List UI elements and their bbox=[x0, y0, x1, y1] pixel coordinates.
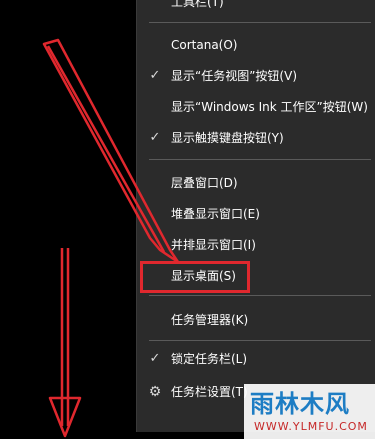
taskbar-context-menu: 工具栏(T) Cortana(O) ✓ 显示“任务视图”按钮(V) 显示“Win… bbox=[136, 0, 375, 432]
menu-item-label: 层叠窗口(D) bbox=[171, 176, 238, 190]
show-desktop-highlight-box bbox=[140, 261, 250, 293]
desktop-screen: 工具栏(T) Cortana(O) ✓ 显示“任务视图”按钮(V) 显示“Win… bbox=[0, 0, 375, 439]
menu-item-label: 并排显示窗口(I) bbox=[171, 238, 256, 252]
menu-item-lock-taskbar[interactable]: ✓ 锁定任务栏(L) bbox=[137, 345, 375, 373]
watermark-title: 雨林木风 bbox=[250, 390, 350, 418]
menu-separator bbox=[149, 340, 371, 341]
watermark-url: WWW.YLMFU.COM bbox=[254, 420, 368, 433]
gear-icon: ⚙ bbox=[148, 384, 162, 400]
menu-separator bbox=[149, 22, 371, 23]
menu-item-toolbars[interactable]: 工具栏(T) bbox=[137, 0, 375, 16]
checkmark-icon: ✓ bbox=[149, 68, 161, 83]
menu-item-label: 堆叠显示窗口(E) bbox=[171, 207, 260, 221]
checkmark-icon: ✓ bbox=[149, 130, 161, 145]
menu-item-label: 工具栏(T) bbox=[171, 0, 224, 9]
menu-separator bbox=[149, 295, 371, 296]
checkmark-icon: ✓ bbox=[149, 351, 161, 366]
menu-item-label: Cortana(O) bbox=[171, 38, 238, 52]
menu-item-cortana[interactable]: Cortana(O) bbox=[137, 31, 375, 59]
down-arrow-icon bbox=[48, 248, 82, 438]
menu-item-show-windows-ink-button[interactable]: 显示“Windows Ink 工作区”按钮(W) bbox=[137, 93, 375, 121]
menu-item-label: 显示“任务视图”按钮(V) bbox=[171, 69, 298, 83]
menu-item-label: 任务栏设置(T) bbox=[171, 385, 248, 399]
menu-item-label: 任务管理器(K) bbox=[171, 313, 249, 327]
menu-item-label: 锁定任务栏(L) bbox=[171, 352, 248, 366]
menu-item-label: 显示“Windows Ink 工作区”按钮(W) bbox=[171, 100, 368, 114]
menu-item-stack-windows[interactable]: 堆叠显示窗口(E) bbox=[137, 200, 375, 228]
watermark-logo: 雨林木风 WWW.YLMFU.COM bbox=[244, 384, 375, 439]
menu-item-cascade-windows[interactable]: 层叠窗口(D) bbox=[137, 169, 375, 197]
menu-item-show-task-view-button[interactable]: ✓ 显示“任务视图”按钮(V) bbox=[137, 62, 375, 90]
menu-item-task-manager[interactable]: 任务管理器(K) bbox=[137, 306, 375, 334]
menu-item-show-touch-keyboard-button[interactable]: ✓ 显示触摸键盘按钮(Y) bbox=[137, 124, 375, 152]
menu-separator bbox=[149, 159, 371, 160]
menu-item-side-by-side-windows[interactable]: 并排显示窗口(I) bbox=[137, 231, 375, 259]
menu-item-label: 显示触摸键盘按钮(Y) bbox=[171, 131, 284, 145]
